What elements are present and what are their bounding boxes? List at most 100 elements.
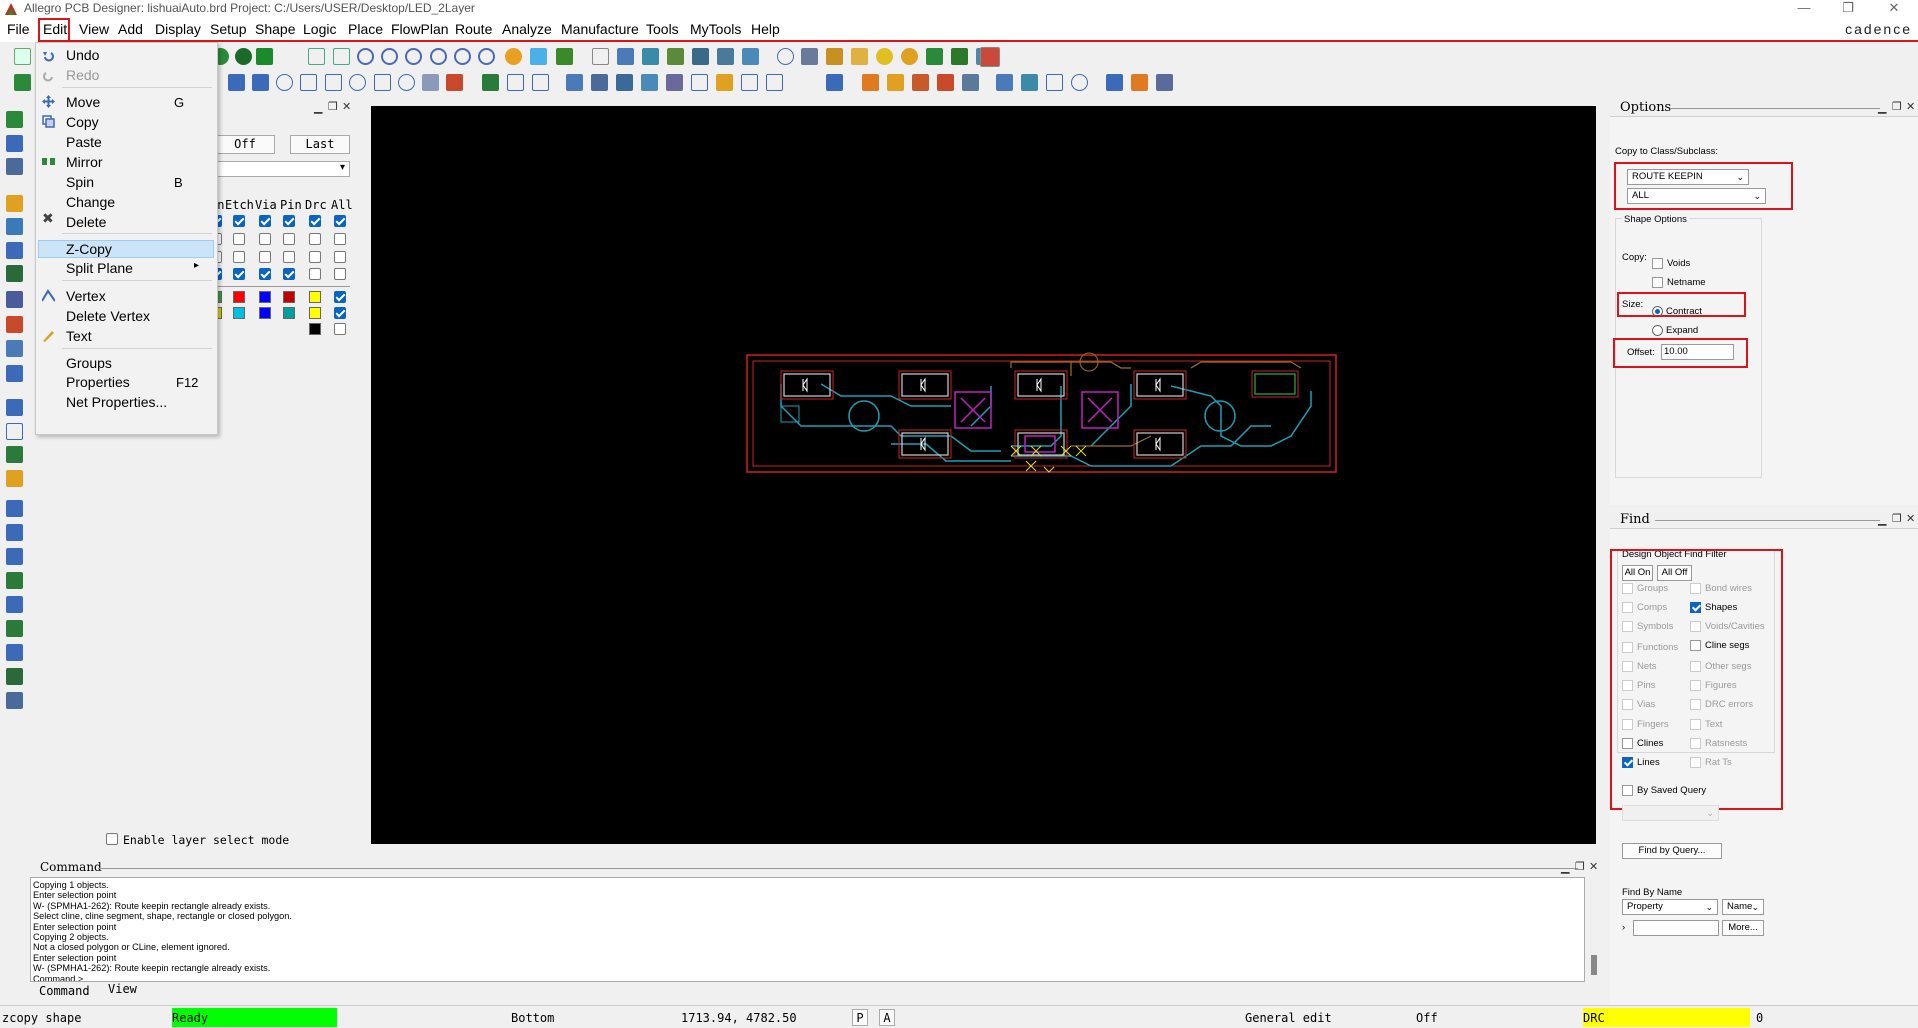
gift-icon[interactable] bbox=[862, 74, 879, 91]
gear-icon[interactable] bbox=[666, 74, 683, 91]
sigma-icon[interactable] bbox=[951, 48, 968, 65]
gloss-icon[interactable] bbox=[6, 340, 23, 357]
find-minimize-icon[interactable]: ▁ bbox=[1878, 513, 1886, 526]
ruler-icon[interactable] bbox=[532, 74, 549, 91]
layer-icon[interactable] bbox=[617, 48, 634, 65]
find-close-icon[interactable]: ✕ bbox=[1906, 512, 1915, 525]
resize-icon[interactable] bbox=[6, 242, 23, 259]
vis-checkbox[interactable] bbox=[334, 323, 346, 335]
new-file-icon[interactable] bbox=[14, 48, 31, 65]
menu-item-text[interactable]: Text bbox=[66, 328, 92, 344]
options-float-icon[interactable]: ❐ bbox=[1892, 100, 1902, 113]
vis-checkbox[interactable] bbox=[334, 307, 346, 319]
zoom-fit-icon[interactable] bbox=[357, 48, 374, 65]
diagonal-route-icon[interactable] bbox=[6, 548, 23, 565]
vis-checkbox[interactable] bbox=[259, 268, 271, 280]
bundle-icon[interactable] bbox=[887, 74, 904, 91]
info-icon[interactable] bbox=[777, 48, 794, 65]
vis-checkbox[interactable] bbox=[334, 215, 346, 227]
circle-icon[interactable] bbox=[276, 74, 293, 91]
enable-layer-select-checkbox[interactable] bbox=[106, 833, 118, 845]
jog-icon[interactable] bbox=[6, 596, 23, 613]
vis-checkbox[interactable] bbox=[309, 233, 321, 245]
menu-item-delete[interactable]: Delete bbox=[66, 214, 106, 230]
color-swatch[interactable] bbox=[259, 307, 271, 319]
spread-icon[interactable] bbox=[641, 74, 658, 91]
color-swatch[interactable] bbox=[309, 323, 321, 335]
zoom-center-icon[interactable] bbox=[478, 48, 495, 65]
color-swatch[interactable] bbox=[309, 307, 321, 319]
place-icon[interactable] bbox=[566, 74, 583, 91]
name-select[interactable]: Name ⌄ bbox=[1722, 899, 1764, 915]
vis-checkbox[interactable] bbox=[259, 251, 271, 263]
frame-icon[interactable] bbox=[300, 74, 317, 91]
color-swatch[interactable] bbox=[283, 307, 295, 319]
text-tool-icon[interactable] bbox=[6, 470, 23, 487]
align-icon[interactable] bbox=[616, 74, 633, 91]
voids-checkbox[interactable] bbox=[1652, 258, 1663, 269]
design-canvas[interactable] bbox=[371, 106, 1596, 844]
menu-item-vertex[interactable]: Vertex bbox=[66, 288, 106, 304]
frame-view-icon[interactable] bbox=[1046, 74, 1063, 91]
tab-command[interactable]: Command bbox=[39, 984, 90, 998]
vis-checkbox[interactable] bbox=[334, 291, 346, 303]
line-icon[interactable] bbox=[6, 399, 23, 416]
tab-view[interactable]: View bbox=[108, 982, 137, 996]
bundle-tool-icon[interactable] bbox=[6, 668, 23, 685]
expand-radio[interactable] bbox=[1652, 325, 1663, 336]
command-log[interactable]: Copying 1 objects. Enter selection point… bbox=[30, 877, 1585, 982]
menu-logic[interactable]: Logic bbox=[303, 21, 336, 37]
route-icon[interactable] bbox=[937, 74, 954, 91]
zoom-previous-icon[interactable] bbox=[454, 48, 471, 65]
3d-view-icon[interactable] bbox=[530, 48, 547, 65]
color-swatch[interactable] bbox=[233, 291, 245, 303]
vis-checkbox[interactable] bbox=[334, 268, 346, 280]
vis-checkbox[interactable] bbox=[233, 251, 245, 263]
matrix-icon[interactable] bbox=[691, 74, 708, 91]
zoom-out-icon[interactable] bbox=[405, 48, 422, 65]
menu-item-split-plane[interactable]: Split Plane bbox=[66, 260, 133, 276]
menu-file[interactable]: File bbox=[7, 21, 30, 37]
close-button[interactable]: ✕ bbox=[1872, 0, 1916, 18]
status-layer[interactable]: Bottom bbox=[511, 1011, 554, 1025]
highlight-icon[interactable] bbox=[876, 48, 893, 65]
merge-shapes-icon[interactable] bbox=[422, 74, 439, 91]
menu-item-paste[interactable]: Paste bbox=[66, 134, 102, 150]
report-icon[interactable] bbox=[801, 48, 818, 65]
shadow-icon[interactable] bbox=[717, 48, 734, 65]
matrix-tool-icon[interactable] bbox=[6, 692, 23, 709]
options-close-icon[interactable]: ✕ bbox=[1906, 100, 1915, 113]
shield-icon[interactable] bbox=[6, 365, 23, 382]
panel-float-icon[interactable]: ❐ bbox=[328, 100, 338, 113]
menu-setup[interactable]: Setup bbox=[210, 21, 247, 37]
more-button[interactable]: More... bbox=[1722, 920, 1764, 936]
pack-icon[interactable] bbox=[912, 74, 929, 91]
slide-route-icon[interactable] bbox=[6, 135, 23, 152]
vis-checkbox[interactable] bbox=[233, 215, 245, 227]
bars-icon[interactable] bbox=[926, 48, 943, 65]
custom-smooth-icon[interactable] bbox=[6, 158, 23, 175]
dehighlight-icon[interactable] bbox=[901, 48, 918, 65]
status-drc[interactable]: DRC bbox=[1583, 1008, 1750, 1027]
ring-icon[interactable] bbox=[349, 74, 366, 91]
find-by-query-button[interactable]: Find by Query... bbox=[1622, 843, 1722, 859]
shape-tool-icon[interactable] bbox=[6, 446, 23, 463]
menu-flowplan[interactable]: FlowPlan bbox=[391, 21, 449, 37]
vis-checkbox[interactable] bbox=[283, 251, 295, 263]
copy-icon[interactable] bbox=[996, 74, 1013, 91]
measure-icon[interactable] bbox=[507, 74, 524, 91]
spread-tool-icon[interactable] bbox=[6, 291, 23, 308]
shape-edit-icon[interactable] bbox=[446, 74, 463, 91]
maximize-button[interactable]: ❐ bbox=[1826, 0, 1870, 18]
off-button[interactable]: Off bbox=[215, 135, 275, 154]
design-icon[interactable] bbox=[14, 74, 31, 91]
frame-shape-icon[interactable] bbox=[325, 74, 342, 91]
vis-checkbox[interactable] bbox=[309, 268, 321, 280]
menu-item-change[interactable]: Change bbox=[66, 194, 115, 210]
diagonal-icon[interactable] bbox=[6, 524, 23, 541]
circle-outline-icon[interactable] bbox=[398, 74, 415, 91]
menu-route[interactable]: Route bbox=[455, 21, 492, 37]
minimize-button[interactable]: — bbox=[1782, 0, 1826, 18]
vis-checkbox[interactable] bbox=[283, 268, 295, 280]
menu-view[interactable]: View bbox=[79, 21, 109, 37]
